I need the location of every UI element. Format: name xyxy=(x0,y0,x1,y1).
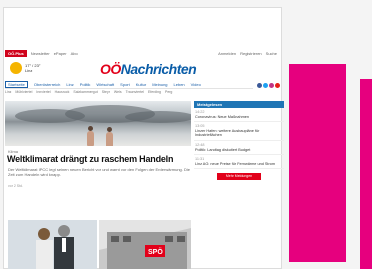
plus-badge[interactable]: OÖ.Plus xyxy=(5,49,27,57)
nav-item[interactable]: Kultur xyxy=(136,82,146,87)
subnav-item[interactable]: Eferding xyxy=(148,90,161,97)
nav-item[interactable]: Video xyxy=(191,82,201,87)
subnav-item[interactable]: Innviertel xyxy=(36,90,50,97)
utility-bar: OÖ.Plus Newsletter ePaper Abo Anmelden R… xyxy=(5,49,277,57)
nav-item[interactable]: Leben xyxy=(174,82,185,87)
subnav-item[interactable]: Linz xyxy=(5,90,11,97)
nav-item[interactable]: Wirtschaft xyxy=(96,82,114,87)
nav-item[interactable]: Politik xyxy=(80,82,91,87)
ad-skyscraper[interactable] xyxy=(289,64,346,262)
sidebar-title: Meistgelesen xyxy=(194,101,284,108)
topbar-link[interactable]: ePaper xyxy=(54,51,67,56)
politicians-photo xyxy=(8,220,97,269)
building-photo: SPÖ xyxy=(99,220,191,269)
storm-cloud xyxy=(125,111,191,123)
more-news-button[interactable]: Mehr Meldungen xyxy=(217,173,261,181)
subnav-item[interactable]: Traunviertel xyxy=(126,90,144,97)
subnav-item[interactable]: Wels xyxy=(114,90,122,97)
nav-item[interactable]: Meinung xyxy=(152,82,167,87)
twitter-icon[interactable] xyxy=(263,83,268,88)
nav-item-start[interactable]: Startseite xyxy=(5,81,28,88)
sidebar-item[interactable]: 14:22 Coronavirus: Neue Maßnahmen xyxy=(194,108,284,123)
subnav-item[interactable]: Perg xyxy=(165,90,172,97)
teaser-image-politicians[interactable] xyxy=(8,220,97,269)
sidebar-item[interactable]: 12:48 Politik: Landtag diskutiert Budget xyxy=(194,141,284,156)
instagram-icon[interactable] xyxy=(269,83,274,88)
login-link[interactable]: Anmelden xyxy=(218,51,236,56)
topbar-link[interactable]: Newsletter xyxy=(31,51,50,56)
topbar-link[interactable]: Abo xyxy=(71,51,78,56)
ad-side-strip[interactable] xyxy=(360,79,372,269)
subnav-item[interactable]: Mühlviertel xyxy=(15,90,32,97)
subnav-item[interactable]: Salzkammergut xyxy=(73,90,97,97)
person-figure xyxy=(106,127,113,146)
main-nav: Startseite Oberösterreich Linz Politik W… xyxy=(5,81,253,89)
sidebar-item[interactable]: 13:05 Linzer Hafen: weitere Ausbaupläne … xyxy=(194,122,284,141)
nav-item[interactable]: Oberösterreich xyxy=(34,82,60,87)
article-teaser: Der Weltklimarat IPCC legt seinen neuen … xyxy=(8,167,191,177)
weather-widget[interactable]: 17° / 23° Linz xyxy=(10,62,40,74)
article-meta: vor 2 Std. xyxy=(8,184,23,188)
nav-item[interactable]: Linz xyxy=(66,82,73,87)
social-links xyxy=(257,83,280,88)
sun-icon xyxy=(10,62,22,74)
site-logo[interactable]: OÖNachrichten xyxy=(100,61,197,77)
article-headline[interactable]: Weltklimarat drängt zu raschem Handeln xyxy=(7,154,173,164)
youtube-icon[interactable] xyxy=(275,83,280,88)
teaser-image-building[interactable]: SPÖ xyxy=(99,220,191,269)
facebook-icon[interactable] xyxy=(257,83,262,88)
sidebar-item[interactable]: 11:31 Linz AG: neue Preise für Fernwärme… xyxy=(194,155,284,170)
nav-item[interactable]: Sport xyxy=(120,82,130,87)
subnav-item[interactable]: Hausruck xyxy=(55,90,70,97)
weather-place: Linz xyxy=(25,68,33,73)
sidebar-most-read: Meistgelesen 14:22 Coronavirus: Neue Maß… xyxy=(194,101,284,181)
party-sign: SPÖ xyxy=(148,247,163,256)
subnav-item[interactable]: Steyr xyxy=(102,90,110,97)
hero-image[interactable] xyxy=(5,101,191,146)
search-link[interactable]: Suche xyxy=(266,51,277,56)
person-figure xyxy=(87,126,94,146)
register-link[interactable]: Registrieren xyxy=(240,51,262,56)
sub-nav: Linz Mühlviertel Innviertel Hausruck Sal… xyxy=(5,90,277,97)
